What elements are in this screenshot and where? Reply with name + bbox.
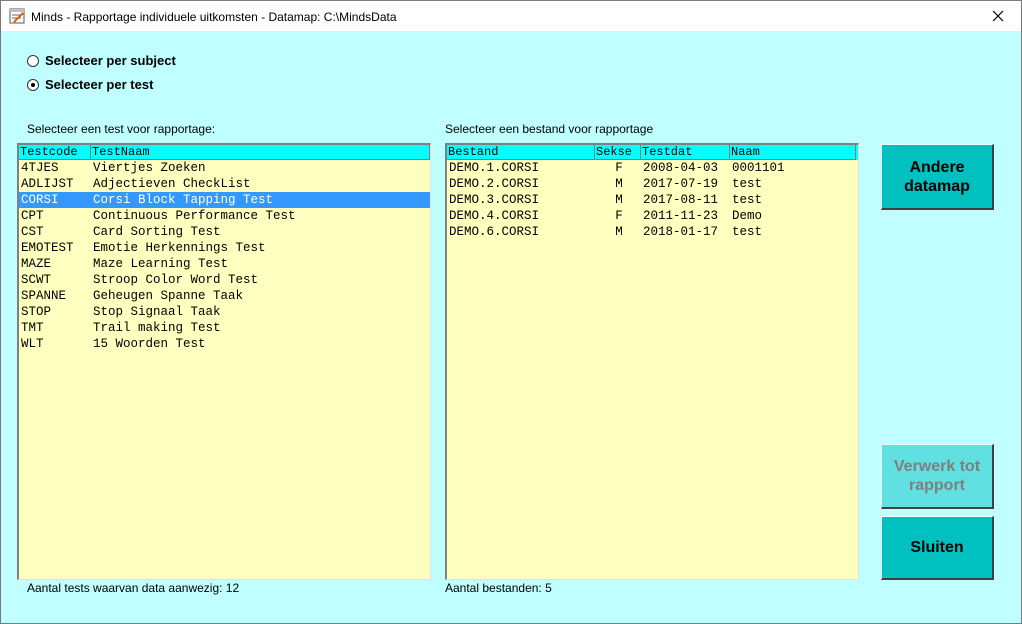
file-list-row[interactable]: DEMO.2.CORSI M 2017-07-19 test xyxy=(447,176,858,192)
test-name-cell: Corsi Block Tapping Test xyxy=(93,193,274,207)
subject-name-cell: test xyxy=(732,193,763,207)
test-list-row[interactable]: CPT Continuous Performance Test xyxy=(19,208,430,224)
test-code-cell: SCWT xyxy=(21,273,52,287)
test-name-cell: Card Sorting Test xyxy=(93,225,221,239)
test-list-row[interactable]: 4TJES Viertjes Zoeken xyxy=(19,160,430,176)
file-list-row[interactable]: DEMO.3.CORSI M 2017-08-11 test xyxy=(447,192,858,208)
button-label: Sluiten xyxy=(910,539,964,556)
test-name-cell: Emotie Herkennings Test xyxy=(93,241,266,255)
window-title: Minds - Rapportage individuele uitkomste… xyxy=(31,10,397,24)
files-caption: Selecteer een bestand voor rapportage xyxy=(445,122,654,136)
test-code-cell: EMOTEST xyxy=(21,241,74,255)
column-header-sekse[interactable]: Sekse xyxy=(595,145,641,160)
test-code-cell: TMT xyxy=(21,321,44,335)
radio-label: Selecteer per test xyxy=(45,77,154,92)
radio-label: Selecteer per subject xyxy=(45,53,176,68)
files-list-header: Bestand Sekse Testdat Naam xyxy=(447,145,858,160)
test-name-cell: 15 Woorden Test xyxy=(93,337,206,351)
test-list-row[interactable]: STOP Stop Signaal Taak xyxy=(19,304,430,320)
test-date-cell: 2017-08-11 xyxy=(643,193,719,207)
sex-cell: M xyxy=(615,193,623,207)
test-code-cell: CORSI xyxy=(21,193,59,207)
test-list-row[interactable]: EMOTEST Emotie Herkennings Test xyxy=(19,240,430,256)
test-list-row[interactable]: CST Card Sorting Test xyxy=(19,224,430,240)
column-header-bestand[interactable]: Bestand xyxy=(447,145,595,160)
file-name-cell: DEMO.4.CORSI xyxy=(449,209,540,223)
test-name-cell: Trail making Test xyxy=(93,321,221,335)
close-icon xyxy=(992,10,1004,22)
test-list-row[interactable]: MAZE Maze Learning Test xyxy=(19,256,430,272)
file-name-cell: DEMO.6.CORSI xyxy=(449,225,540,239)
file-list-row[interactable]: DEMO.6.CORSI M 2018-01-17 test xyxy=(447,224,858,240)
column-header-testcode[interactable]: Testcode xyxy=(19,145,91,160)
sex-cell: F xyxy=(615,209,623,223)
close-window-button[interactable] xyxy=(975,1,1021,31)
subject-name-cell: test xyxy=(732,225,763,239)
test-list-row[interactable]: TMT Trail making Test xyxy=(19,320,430,336)
test-date-cell: 2018-01-17 xyxy=(643,225,719,239)
test-list-row[interactable]: WLT 15 Woorden Test xyxy=(19,336,430,352)
test-date-cell: 2008-04-03 xyxy=(643,161,719,175)
test-list-row[interactable]: CORSI Corsi Block Tapping Test xyxy=(19,192,430,208)
test-code-cell: STOP xyxy=(21,305,52,319)
test-code-cell: MAZE xyxy=(21,257,52,271)
file-name-cell: DEMO.1.CORSI xyxy=(449,161,540,175)
test-code-cell: 4TJES xyxy=(21,161,59,175)
test-name-cell: Stop Signaal Taak xyxy=(93,305,221,319)
column-header-naam[interactable]: Naam xyxy=(730,145,856,160)
process-report-button[interactable]: Verwerk tot rapport xyxy=(881,444,994,509)
file-list-row[interactable]: DEMO.4.CORSI F 2011-11-23 Demo xyxy=(447,208,858,224)
tests-list-body: 4TJES Viertjes Zoeken ADLIJST Adjectieven C… xyxy=(19,160,430,352)
test-name-cell: Geheugen Spanne Taak xyxy=(93,289,244,303)
file-list-row[interactable]: DEMO.1.CORSI F 2008-04-03 0001101 xyxy=(447,160,858,176)
test-code-cell: CST xyxy=(21,225,44,239)
button-label: Andere datamap xyxy=(904,158,970,195)
subject-name-cell: test xyxy=(732,177,763,191)
radio-button[interactable] xyxy=(27,54,39,67)
test-name-cell: Stroop Color Word Test xyxy=(93,273,259,287)
main-window: Minds - Rapportage individuele uitkomste… xyxy=(0,0,1022,624)
sex-cell: M xyxy=(615,225,623,239)
button-label: Verwerk tot rapport xyxy=(893,458,981,494)
notepad-app-icon xyxy=(9,8,25,24)
title-bar: Minds - Rapportage individuele uitkomste… xyxy=(1,1,1021,31)
test-date-cell: 2011-11-23 xyxy=(643,209,719,223)
subject-name-cell: Demo xyxy=(732,209,763,223)
test-code-cell: SPANNE xyxy=(21,289,67,303)
files-list-body: DEMO.1.CORSI F 2008-04-03 0001101 DEMO.2.COR… xyxy=(447,160,858,240)
other-datamap-button[interactable]: Andere datamap xyxy=(881,144,994,210)
test-name-cell: Viertjes Zoeken xyxy=(93,161,206,175)
test-code-cell: CPT xyxy=(21,209,44,223)
sex-cell: F xyxy=(615,161,623,175)
file-name-cell: DEMO.3.CORSI xyxy=(449,193,540,207)
file-name-cell: DEMO.2.CORSI xyxy=(449,177,540,191)
test-name-cell: Continuous Performance Test xyxy=(93,209,296,223)
test-code-cell: WLT xyxy=(21,337,44,351)
radio-select-per-subject[interactable]: Selecteer per subject xyxy=(27,53,176,68)
sex-cell: M xyxy=(615,177,623,191)
tests-list-header: Testcode TestNaam xyxy=(19,145,430,160)
test-list-row[interactable]: SCWT Stroop Color Word Test xyxy=(19,272,430,288)
column-header-testdat[interactable]: Testdat xyxy=(641,145,730,160)
column-header-testnaam[interactable]: TestNaam xyxy=(91,145,430,160)
tests-listbox[interactable]: Testcode TestNaam 4TJES Viertjes Zoeken AD… xyxy=(17,143,431,580)
tests-caption: Selecteer een test voor rapportage: xyxy=(27,122,216,136)
files-listbox[interactable]: Bestand Sekse Testdat Naam DEMO.1.CORSI F… xyxy=(445,143,859,580)
test-code-cell: ADLIJST xyxy=(21,177,74,191)
test-date-cell: 2017-07-19 xyxy=(643,177,719,191)
files-count-label: Aantal bestanden: 5 xyxy=(445,581,552,595)
tests-count-label: Aantal tests waarvan data aanwezig: 12 xyxy=(27,581,240,595)
radio-select-per-test[interactable]: Selecteer per test xyxy=(27,77,153,92)
test-list-row[interactable]: ADLIJST Adjectieven CheckList xyxy=(19,176,430,192)
radio-button[interactable] xyxy=(27,78,39,91)
subject-name-cell: 0001101 xyxy=(732,161,785,175)
test-name-cell: Adjectieven CheckList xyxy=(93,177,251,191)
close-button[interactable]: Sluiten xyxy=(881,516,994,580)
test-name-cell: Maze Learning Test xyxy=(93,257,229,271)
test-list-row[interactable]: SPANNE Geheugen Spanne Taak xyxy=(19,288,430,304)
